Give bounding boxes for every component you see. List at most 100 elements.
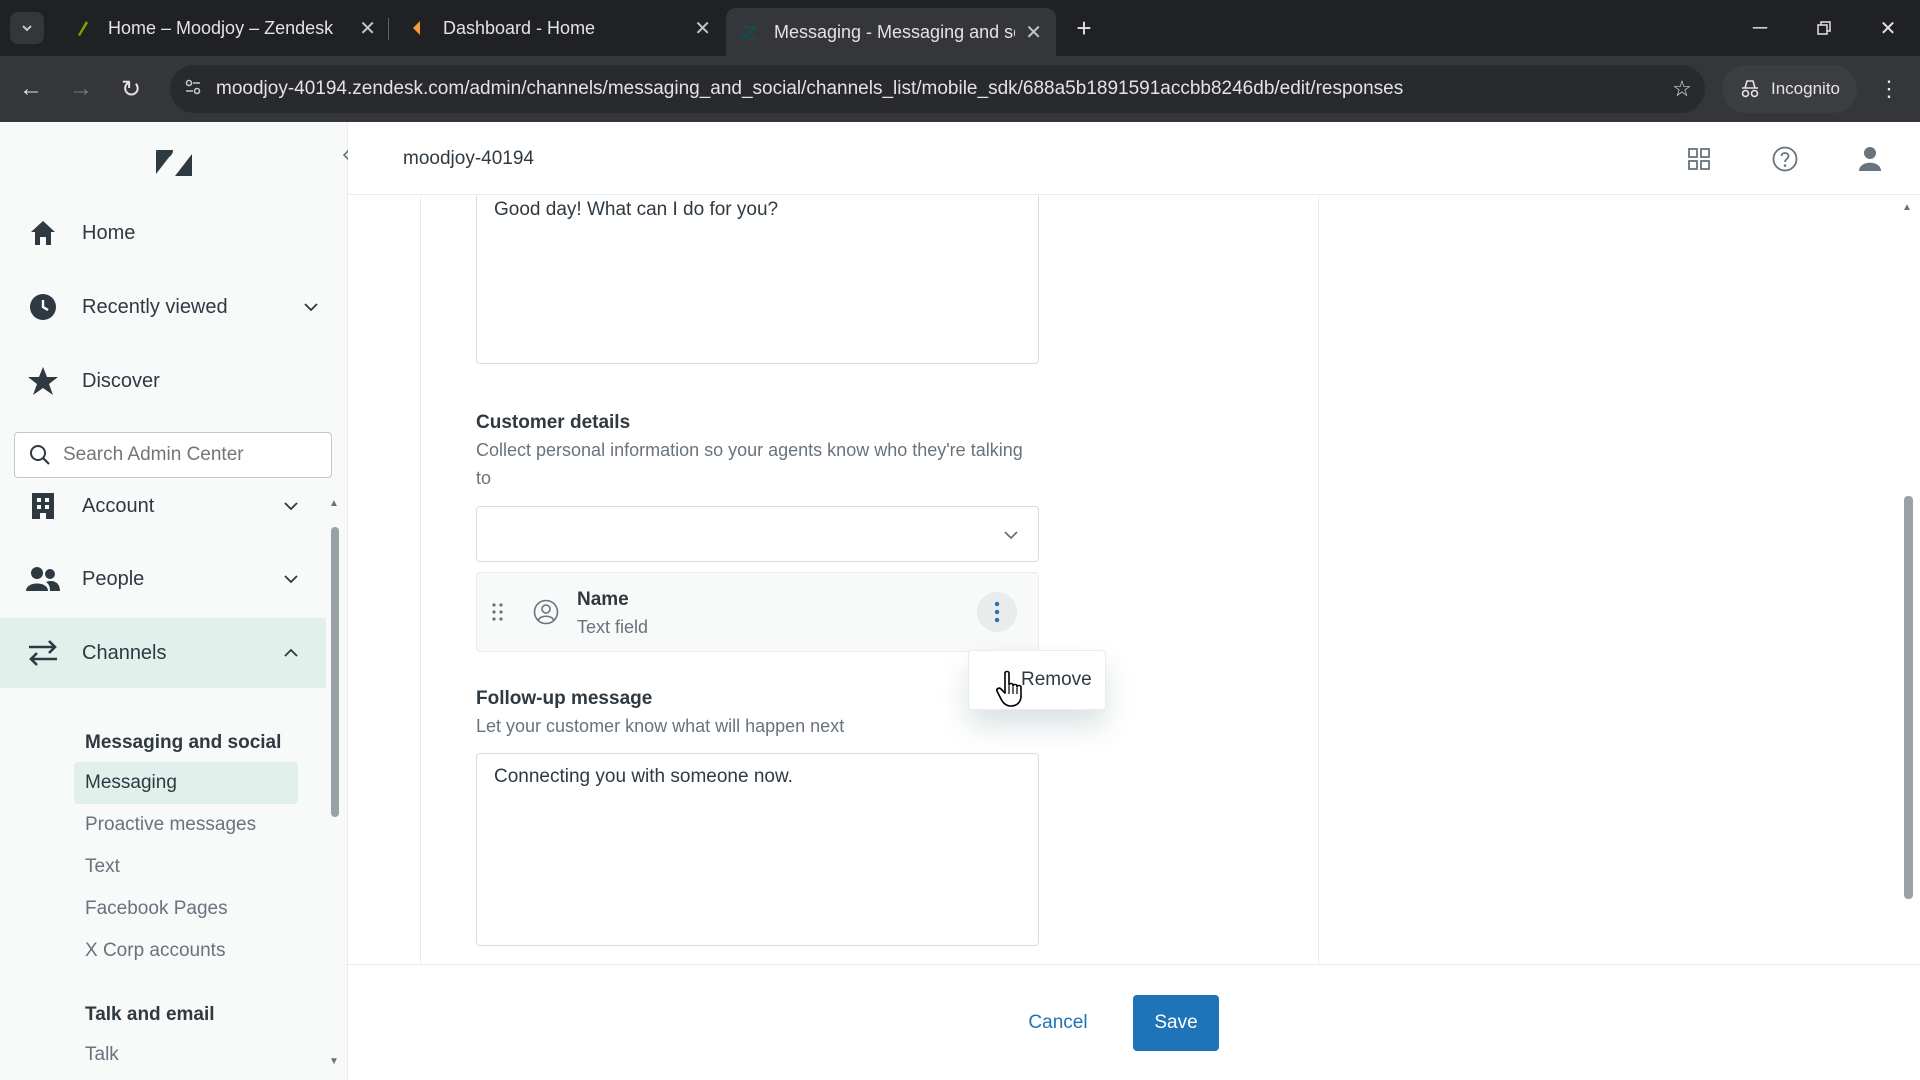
main-content: Good day! What can I do for you? Custome… — [348, 196, 1920, 964]
bookmark-star-icon[interactable]: ☆ — [1659, 76, 1705, 102]
forward-button[interactable]: → — [64, 72, 98, 106]
sub-heading-talk-and-email: Talk and email — [85, 1004, 215, 1025]
chevron-down-icon — [1004, 531, 1018, 540]
followup-message-hint: Let your customer know what will happen … — [476, 716, 845, 736]
star-icon — [26, 364, 60, 398]
nav-item-account[interactable]: Account — [0, 471, 340, 541]
greeting-message-textarea[interactable]: Good day! What can I do for you? — [476, 196, 1039, 364]
close-icon: ✕ — [1879, 17, 1897, 40]
scroll-down-arrow-icon[interactable]: ▼ — [329, 1056, 341, 1068]
clock-icon — [26, 290, 60, 324]
zendesk-logo-icon[interactable] — [154, 142, 194, 182]
chevron-down-icon — [284, 575, 298, 584]
sub-item-x-corp-accounts[interactable]: X Corp accounts — [74, 930, 298, 972]
help-button[interactable] — [1768, 142, 1802, 176]
save-button[interactable]: Save — [1133, 995, 1219, 1051]
hand-cursor-icon — [996, 670, 1022, 707]
sub-item-talk[interactable]: Talk — [74, 1034, 298, 1076]
customer-details-hint: Collect personal information so your age… — [476, 440, 1023, 488]
browser-tab[interactable]: Dashboard - Home ✕ — [395, 8, 725, 48]
scroll-up-arrow-icon[interactable]: ▲ — [329, 498, 341, 510]
tab-title: Dashboard - Home — [443, 17, 596, 38]
reload-icon: ↻ — [120, 75, 142, 103]
nav-item-label: Recently viewed — [82, 295, 228, 318]
nav-item-label: Home — [82, 221, 136, 244]
tab-search-button[interactable] — [10, 12, 44, 44]
home-icon — [26, 216, 60, 250]
nav-item-recently-viewed[interactable]: Recently viewed — [0, 272, 340, 342]
arrow-right-icon: → — [69, 75, 93, 102]
tab-separator — [388, 18, 389, 40]
sub-item-text[interactable]: Text — [74, 846, 298, 888]
account-name: moodjoy-40194 — [403, 148, 534, 169]
app-header: moodjoy-40194 — [348, 122, 1920, 195]
user-circle-icon — [533, 599, 559, 625]
chevron-down-icon — [304, 303, 318, 312]
search-input[interactable] — [63, 444, 313, 466]
customer-detail-field-card: Name Text field — [476, 572, 1039, 652]
nav-item-home[interactable]: Home — [0, 198, 340, 268]
help-icon — [1772, 146, 1798, 172]
new-tab-button[interactable]: + — [1068, 12, 1100, 44]
more-vertical-icon: ⋮ — [1878, 76, 1900, 101]
followup-message-text: Connecting you with someone now. — [494, 766, 793, 787]
greeting-message-text: Good day! What can I do for you? — [494, 199, 779, 220]
zendesk-favicon-icon — [78, 21, 88, 36]
channels-icon — [26, 636, 60, 670]
more-vertical-icon — [994, 601, 1000, 623]
nav-item-channels[interactable]: Channels — [0, 618, 326, 688]
nav-item-people[interactable]: People — [0, 544, 340, 614]
browser-tab-active[interactable]: Messaging - Messaging and so ✕ — [726, 8, 1056, 56]
customer-details-label: Customer details — [476, 412, 631, 433]
tab-title: Home – Moodjoy – Zendesk — [108, 17, 334, 38]
browser-menu-button[interactable]: ⋮ — [1872, 72, 1906, 106]
browser-tab[interactable]: Home – Moodjoy – Zendesk ✕ — [60, 8, 390, 48]
sub-item-facebook-pages[interactable]: Facebook Pages — [74, 888, 298, 930]
restore-button[interactable] — [1804, 10, 1844, 46]
close-window-button[interactable]: ✕ — [1868, 10, 1908, 46]
main-scrollbar-thumb[interactable] — [1904, 496, 1913, 899]
dashboard-favicon-icon — [413, 21, 420, 35]
close-icon[interactable]: ✕ — [359, 16, 376, 41]
sub-item-proactive-messages[interactable]: Proactive messages — [74, 804, 298, 846]
building-icon — [26, 489, 60, 523]
sidebar-scrollbar-thumb[interactable] — [331, 527, 339, 817]
nav-item-discover[interactable]: Discover — [0, 346, 340, 416]
profile-button[interactable] — [1853, 142, 1887, 176]
admin-sidebar: Home Recently viewed Discover Account Pe… — [0, 122, 351, 1080]
products-button[interactable] — [1682, 142, 1716, 176]
back-button[interactable]: ← — [14, 72, 48, 106]
url-text[interactable]: moodjoy-40194.zendesk.com/admin/channels… — [216, 78, 1659, 100]
remove-menu-item[interactable]: Remove — [969, 651, 1105, 709]
sub-heading-messaging-and-social: Messaging and social — [85, 732, 282, 753]
people-icon — [26, 562, 60, 596]
chevron-down-icon — [284, 502, 298, 511]
minimize-button[interactable]: ─ — [1740, 10, 1780, 46]
address-bar[interactable]: moodjoy-40194.zendesk.com/admin/channels… — [170, 65, 1705, 113]
drag-handle-icon[interactable] — [491, 601, 505, 623]
close-icon[interactable]: ✕ — [1025, 20, 1042, 45]
nav-item-label: People — [82, 567, 145, 590]
cancel-button[interactable]: Cancel — [1008, 995, 1108, 1051]
incognito-icon — [1741, 80, 1759, 98]
followup-message-textarea[interactable]: Connecting you with someone now. — [476, 753, 1039, 946]
sub-item-messaging[interactable]: Messaging — [74, 762, 298, 804]
close-icon[interactable]: ✕ — [694, 16, 711, 41]
reload-button[interactable]: ↻ — [114, 72, 148, 106]
nav-item-label: Channels — [82, 641, 167, 664]
restore-icon — [1817, 21, 1831, 35]
field-options-button[interactable] — [977, 592, 1017, 632]
main-scroll-up-arrow-icon[interactable]: ▲ — [1902, 202, 1914, 214]
chevron-down-icon — [22, 25, 32, 32]
browser-tab-bar: Home – Moodjoy – Zendesk ✕ Dashboard - H… — [0, 0, 1920, 56]
user-icon — [1859, 147, 1881, 171]
customer-details-select[interactable] — [476, 506, 1039, 562]
incognito-label: Incognito — [1771, 79, 1840, 98]
arrow-left-icon: ← — [19, 75, 43, 102]
followup-message-label: Follow-up message — [476, 688, 653, 709]
incognito-indicator[interactable]: Incognito — [1722, 65, 1857, 113]
field-options-menu: Remove — [968, 650, 1106, 710]
site-info-icon[interactable] — [170, 77, 216, 102]
plus-icon: + — [1076, 12, 1092, 43]
form-footer: Cancel Save — [348, 964, 1920, 1080]
